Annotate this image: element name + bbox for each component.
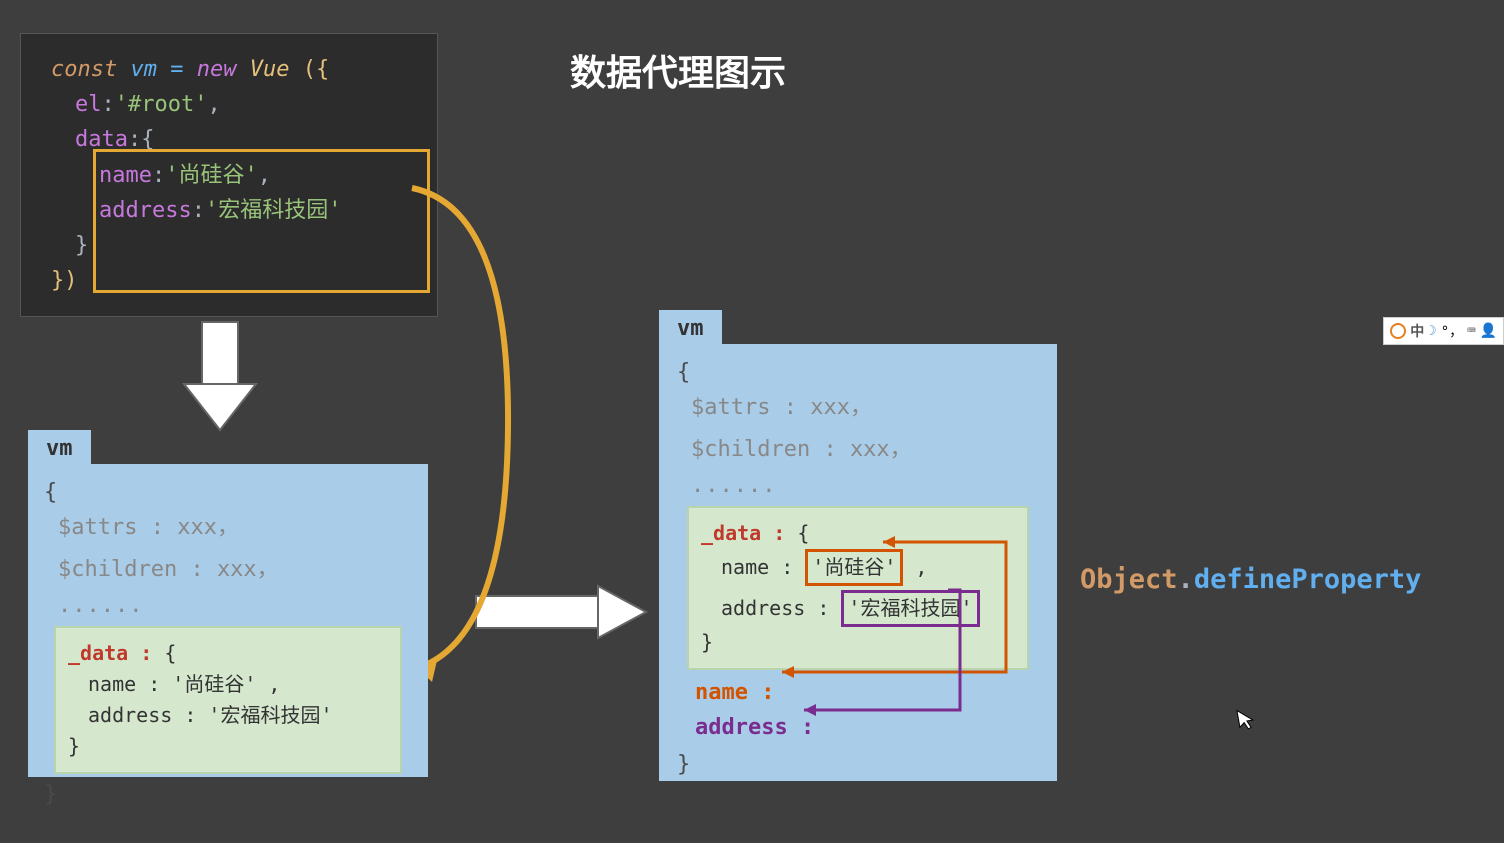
vm2-brace-close: } <box>677 752 1039 777</box>
purple-proxy-arrow-icon <box>790 576 970 722</box>
object-define-property-label: Object.defineProperty <box>1080 564 1421 595</box>
vm2-children: $children : xxx， <box>691 431 1039 463</box>
vm-tab-1: vm <box>28 430 91 467</box>
val-name: '尚硅谷' <box>165 163 258 188</box>
vm-tab-2: vm <box>659 310 722 347</box>
vm1-attrs: $attrs : xxx， <box>58 509 412 541</box>
data-open: :{ <box>128 127 155 152</box>
var-vm: vm <box>130 57 157 82</box>
keyword-const: const <box>51 57 117 82</box>
data-close: } <box>75 233 88 258</box>
val-address: '宏福科技园' <box>205 198 342 223</box>
ime-punct-button[interactable]: °， <box>1441 321 1463 341</box>
ime-logo-icon[interactable] <box>1390 323 1406 339</box>
class-vue: Vue <box>250 57 290 82</box>
ime-moon-icon[interactable]: ☽ <box>1428 323 1436 339</box>
prop-address: address <box>99 198 192 223</box>
prop-el: el <box>75 92 102 117</box>
paren-open: ({ <box>303 57 330 82</box>
ime-zh-button[interactable]: 中 <box>1410 321 1424 341</box>
arrow-down-icon <box>170 316 270 436</box>
vm1-data-key: _data : <box>68 641 152 665</box>
val-el: '#root' <box>115 92 208 117</box>
mouse-cursor-icon <box>1236 707 1258 737</box>
vm1-children: $children : xxx， <box>58 551 412 583</box>
obj-label: Object <box>1080 564 1178 595</box>
vm2-brace-open: { <box>677 360 1039 385</box>
ime-keyboard-icon[interactable]: ⌨ <box>1467 323 1475 339</box>
vm1-data-name-line: name : '尚硅谷' , <box>68 669 388 700</box>
keyword-new: new <box>197 57 237 82</box>
diagram-title: 数据代理图示 <box>570 44 786 96</box>
source-code-block: const vm = new Vue ({ el:'#root', data:{… <box>20 33 438 317</box>
paren-close: }) <box>51 268 78 293</box>
op-eq: = <box>170 57 183 82</box>
obj-dot: . <box>1178 564 1194 595</box>
vm-box-1: vm { $attrs : xxx， $children : xxx， ....… <box>28 464 428 777</box>
vm1-data-box: _data : { name : '尚硅谷' , address : '宏福科技… <box>54 626 402 774</box>
vm1-dots: ...... <box>58 593 412 618</box>
vm1-data-addr-line: address : '宏福科技园' <box>68 700 388 731</box>
vm1-brace-open: { <box>44 480 412 505</box>
vm1-brace-close: } <box>44 782 412 807</box>
prop-data: data <box>75 127 128 152</box>
vm1-data-close: } <box>68 731 388 762</box>
prop-name: name <box>99 163 152 188</box>
vm2-dots: ...... <box>691 473 1039 498</box>
obj-method: defineProperty <box>1194 564 1422 595</box>
ime-toolbar[interactable]: 中 ☽ °， ⌨ 👤 <box>1383 317 1504 345</box>
vm2-attrs: $attrs : xxx， <box>691 389 1039 421</box>
ime-user-icon[interactable]: 👤 <box>1480 323 1497 339</box>
